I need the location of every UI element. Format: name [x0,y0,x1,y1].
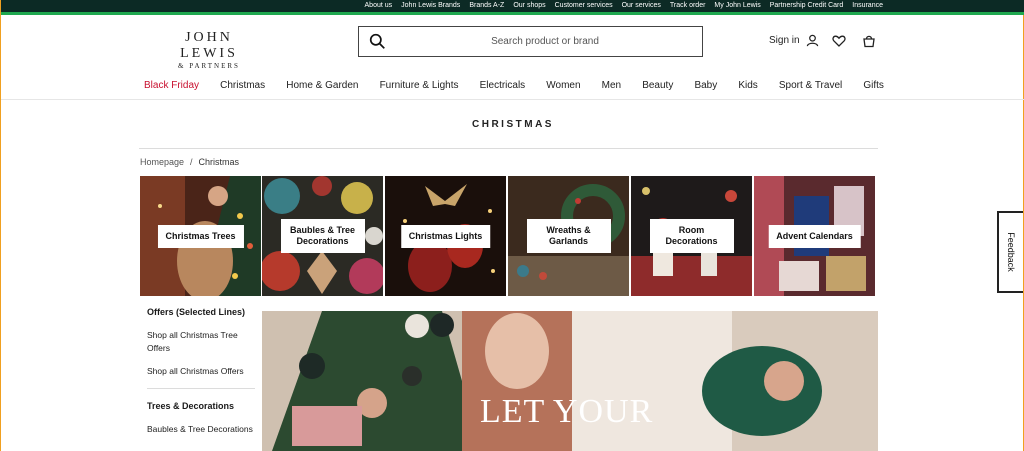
feedback-label: Feedback [1006,232,1016,272]
utility-bar: About us John Lewis Brands Brands A-Z Ou… [1,0,1024,12]
utility-link-track-order[interactable]: Track order [670,0,706,12]
title-divider [139,148,878,149]
accent-stripe [1,12,1024,15]
tile-label-line: Wreaths & [546,225,591,235]
nav-item-women[interactable]: Women [546,80,580,91]
breadcrumb: Homepage / Christmas [140,157,239,167]
tile-label-line: Garlands [548,236,588,246]
sidebar-link-christmas-offers[interactable]: Shop all Christmas Offers [147,365,257,378]
tile-label: Christmas Lights [400,225,491,248]
sidebar: Offers (Selected Lines) Shop all Christm… [147,307,257,446]
utility-link-shops[interactable]: Our shops [513,0,545,12]
tile-label: Wreaths & Garlands [526,219,611,253]
breadcrumb-current: Christmas [198,157,240,167]
nav-item-black-friday[interactable]: Black Friday [144,80,199,91]
tile-label-line: Baubles & Tree [289,225,356,235]
nav-item-gifts[interactable]: Gifts [863,80,884,91]
nav-item-christmas[interactable]: Christmas [220,80,265,91]
tile-label: Baubles & Tree Decorations [280,219,365,253]
user-icon [806,34,818,47]
utility-link-insurance[interactable]: Insurance [852,0,883,12]
sidebar-link-tree-offers[interactable]: Shop all Christmas Tree Offers [147,329,257,355]
nav-divider [1,99,1024,100]
tile-room-decorations[interactable]: Room Decorations [631,176,752,296]
sidebar-heading-offers[interactable]: Offers (Selected Lines) [147,307,257,317]
utility-link-brands[interactable]: John Lewis Brands [401,0,460,12]
nav-item-beauty[interactable]: Beauty [642,80,673,91]
hero-headline: LET YOUR [480,393,654,430]
sidebar-heading-trees-decorations[interactable]: Trees & Decorations [147,401,257,411]
tile-label-line: Advent Calendars [776,231,853,241]
tile-advent-calendars[interactable]: Advent Calendars [754,176,875,296]
hero-banner[interactable]: LET YOUR [262,311,878,451]
site-logo[interactable]: JOHN LEWIS & PARTNERS [153,30,265,71]
page-title: CHRISTMAS [472,119,554,130]
search-input[interactable] [395,31,695,52]
search-box[interactable] [358,26,703,57]
nav-item-kids[interactable]: Kids [738,80,757,91]
sidebar-divider [147,388,255,389]
basket-icon[interactable] [862,34,876,48]
nav-item-home-garden[interactable]: Home & Garden [286,80,358,91]
utility-link-brands-az[interactable]: Brands A-Z [469,0,504,12]
utility-link-our-services[interactable]: Our services [622,0,661,12]
sign-in-label: Sign in [769,35,800,46]
nav-item-men[interactable]: Men [602,80,621,91]
sidebar-link-baubles[interactable]: Baubles & Tree Decorations [147,423,257,436]
tile-label-line: Christmas Trees [165,231,236,241]
utility-link-about[interactable]: About us [365,0,393,12]
tile-wreaths-garlands[interactable]: Wreaths & Garlands [508,176,629,296]
tile-label: Room Decorations [649,219,734,253]
nav-item-sport-travel[interactable]: Sport & Travel [779,80,842,91]
utility-link-customer-services[interactable]: Customer services [555,0,613,12]
logo-line-2: & PARTNERS [178,62,240,70]
nav-item-baby[interactable]: Baby [694,80,717,91]
tile-label-line: Decorations [296,236,349,246]
tile-label-line: Decorations [665,236,718,246]
breadcrumb-separator: / [190,157,193,167]
tile-christmas-trees[interactable]: Christmas Trees [140,176,261,296]
tile-label: Christmas Trees [157,225,244,248]
category-nav: Black Friday Christmas Home & Garden Fur… [144,78,884,92]
logo-line-1: JOHN LEWIS [180,30,238,61]
tile-label: Advent Calendars [768,225,861,248]
search-icon[interactable] [369,33,386,50]
tile-label-line: Room [678,225,705,235]
utility-link-credit-card[interactable]: Partnership Credit Card [770,0,844,12]
sign-in-link[interactable]: Sign in [769,34,819,47]
tile-label-line: Christmas Lights [408,231,483,241]
utility-links: About us John Lewis Brands Brands A-Z Ou… [365,0,883,12]
utility-link-my-john-lewis[interactable]: My John Lewis [714,0,760,12]
breadcrumb-home[interactable]: Homepage [140,157,184,167]
nav-item-electricals[interactable]: Electricals [480,80,526,91]
feedback-tab[interactable]: Feedback [997,211,1023,293]
tile-baubles[interactable]: Baubles & Tree Decorations [262,176,383,296]
tile-christmas-lights[interactable]: Christmas Lights [385,176,506,296]
nav-item-furniture-lights[interactable]: Furniture & Lights [380,80,459,91]
heart-icon[interactable] [832,34,846,48]
